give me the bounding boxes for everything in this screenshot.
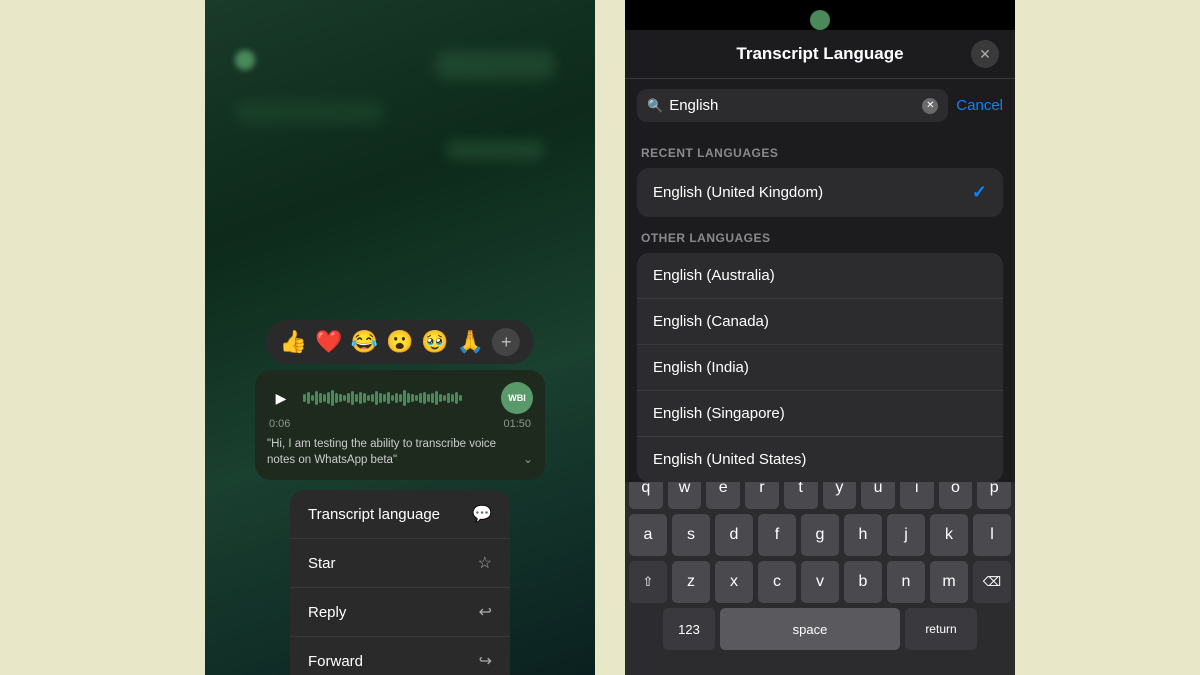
key-d[interactable]: d (715, 514, 753, 556)
keyboard-row-3: ⇧ z x c v b n m ⌫ (629, 561, 1011, 603)
key-k[interactable]: k (930, 514, 968, 556)
right-phone: Transcript Language ✕ 🔍 ✕ Cancel RECENT … (625, 0, 1015, 675)
bg-bubble (435, 50, 555, 80)
emoji-pray[interactable]: 🙏 (457, 329, 484, 355)
key-g[interactable]: g (801, 514, 839, 556)
other-languages-section: OTHER LANGUAGES English (Australia) Engl… (625, 217, 1015, 482)
key-h[interactable]: h (844, 514, 882, 556)
shift-key[interactable]: ⇧ (629, 561, 667, 603)
lang-item-english-ca[interactable]: English (Canada) (637, 299, 1003, 345)
time-end: 01:50 (503, 418, 531, 430)
selected-checkmark-icon: ✓ (972, 182, 987, 203)
search-icon: 🔍 (647, 98, 663, 114)
key-m[interactable]: m (930, 561, 968, 603)
lang-name-english-au: English (Australia) (653, 267, 775, 284)
lang-item-english-us[interactable]: English (United States) (637, 437, 1003, 482)
other-languages-header: OTHER LANGUAGES (637, 217, 1003, 253)
top-avatar (810, 10, 830, 30)
key-l[interactable]: l (973, 514, 1011, 556)
backspace-key[interactable]: ⌫ (973, 561, 1011, 603)
play-button[interactable]: ▶ (267, 384, 295, 412)
emoji-thumbsup[interactable]: 👍 (280, 329, 307, 355)
modal-close-button[interactable]: ✕ (971, 40, 999, 68)
lang-item-english-in[interactable]: English (India) (637, 345, 1003, 391)
menu-item-star[interactable]: Star ☆ (290, 539, 510, 588)
lang-item-english-uk[interactable]: English (United Kingdom) ✓ (637, 168, 1003, 217)
recent-languages-list: English (United Kingdom) ✓ (637, 168, 1003, 217)
search-bar: 🔍 ✕ Cancel (625, 79, 1015, 132)
clear-search-button[interactable]: ✕ (922, 98, 938, 114)
menu-item-forward[interactable]: Forward ↪ (290, 637, 510, 675)
keyboard-row-4: 123 space return (629, 608, 1011, 650)
return-key[interactable]: return (905, 608, 977, 650)
emoji-teary[interactable]: 🥹 (421, 329, 448, 355)
lang-name-english-ca: English (Canada) (653, 313, 769, 330)
left-phone: 👍 ❤️ 😂 😮 🥹 🙏 + ▶ (205, 0, 595, 675)
menu-item-transcript-language[interactable]: Transcript language 💬 (290, 490, 510, 539)
emoji-reaction-bar: 👍 ❤️ 😂 😮 🥹 🙏 + (266, 320, 534, 364)
menu-forward-label: Forward (308, 653, 363, 670)
emoji-laugh[interactable]: 😂 (351, 329, 378, 355)
bg-bubble (445, 140, 545, 160)
lang-name-english-sg: English (Singapore) (653, 405, 785, 422)
space-key[interactable]: space (720, 608, 900, 650)
waveform (303, 388, 493, 408)
menu-reply-label: Reply (308, 604, 346, 621)
key-f[interactable]: f (758, 514, 796, 556)
key-c[interactable]: c (758, 561, 796, 603)
menu-item-reply[interactable]: Reply ↩ (290, 588, 510, 637)
keyboard: q w e r t y u i o p a s d f g h j k l ⇧ … (625, 459, 1015, 675)
add-emoji-button[interactable]: + (492, 328, 520, 356)
lang-item-english-au[interactable]: English (Australia) (637, 253, 1003, 299)
key-v[interactable]: v (801, 561, 839, 603)
modal-header: Transcript Language ✕ (625, 30, 1015, 79)
keyboard-row-2: a s d f g h j k l (629, 514, 1011, 556)
search-input-wrapper: 🔍 ✕ (637, 89, 948, 122)
chevron-down-icon[interactable]: ⌄ (523, 451, 533, 468)
modal-title: Transcript Language (736, 44, 903, 64)
menu-transcript-label: Transcript language (308, 506, 440, 523)
key-b[interactable]: b (844, 561, 882, 603)
recent-languages-section: RECENT LANGUAGES English (United Kingdom… (625, 132, 1015, 217)
voice-message-bubble: ▶ (255, 370, 545, 480)
key-z[interactable]: z (672, 561, 710, 603)
key-x[interactable]: x (715, 561, 753, 603)
lang-name-english-us: English (United States) (653, 451, 806, 468)
star-icon: ☆ (478, 553, 492, 573)
key-a[interactable]: a (629, 514, 667, 556)
time-start: 0:06 (269, 418, 290, 430)
emoji-surprised[interactable]: 😮 (386, 329, 413, 355)
numbers-key[interactable]: 123 (663, 608, 715, 650)
emoji-heart[interactable]: ❤️ (315, 329, 342, 355)
cancel-button[interactable]: Cancel (956, 97, 1003, 114)
bg-avatar (235, 50, 255, 70)
lang-name-english-in: English (India) (653, 359, 749, 376)
lang-name-english-uk: English (United Kingdom) (653, 184, 823, 201)
forward-icon: ↪ (479, 651, 492, 671)
transcript-icon: 💬 (472, 504, 492, 524)
context-menu: Transcript language 💬 Star ☆ Reply ↩ For… (290, 490, 510, 675)
menu-star-label: Star (308, 555, 336, 572)
transcript-text: "Hi, I am testing the ability to transcr… (267, 436, 507, 468)
key-s[interactable]: s (672, 514, 710, 556)
bg-bubble (235, 100, 385, 125)
other-languages-list: English (Australia) English (Canada) Eng… (637, 253, 1003, 482)
key-j[interactable]: j (887, 514, 925, 556)
lang-item-english-sg[interactable]: English (Singapore) (637, 391, 1003, 437)
recent-languages-header: RECENT LANGUAGES (637, 132, 1003, 168)
search-input[interactable] (669, 97, 916, 114)
sender-avatar: WBI (501, 382, 533, 414)
key-n[interactable]: n (887, 561, 925, 603)
transcript-language-modal: Transcript Language ✕ 🔍 ✕ Cancel RECENT … (625, 30, 1015, 482)
reply-icon: ↩ (479, 602, 492, 622)
